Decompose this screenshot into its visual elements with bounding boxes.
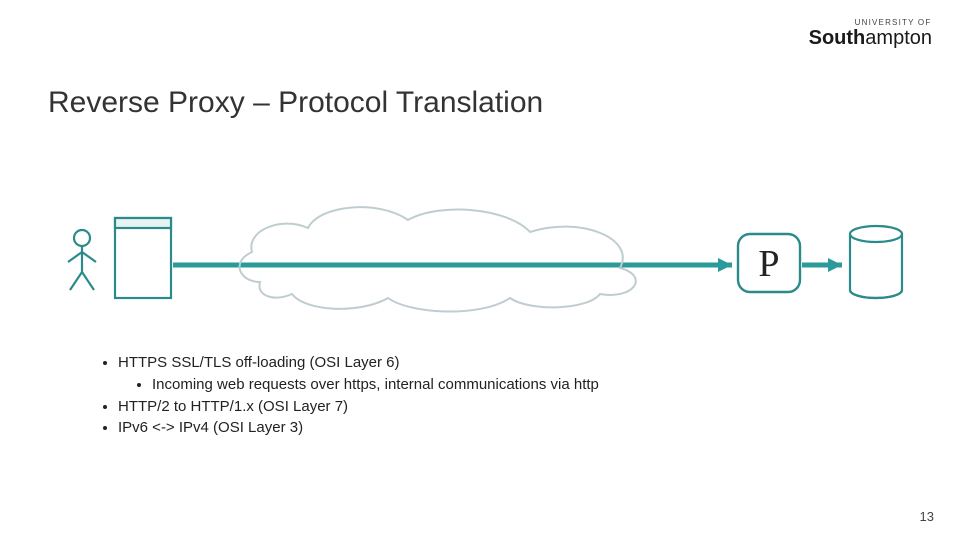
logo-bold: South: [809, 27, 866, 49]
slide-title: Reverse Proxy – Protocol Translation: [48, 86, 543, 120]
logo-small-text: UNIVERSITY OF: [855, 18, 932, 27]
user-icon: [68, 230, 96, 290]
university-logo: UNIVERSITY OF Southampton: [809, 18, 932, 50]
logo-main-text: Southampton: [809, 27, 932, 50]
client-device-icon: [115, 218, 171, 298]
bullet-1-text: HTTPS SSL/TLS off-loading (OSI Layer 6): [118, 354, 400, 371]
bullet-2-text: HTTP/2 to HTTP/1.x (OSI Layer 7): [118, 398, 348, 415]
proxy-label: P: [758, 243, 779, 285]
bullet-2: HTTP/2 to HTTP/1.x (OSI Layer 7): [118, 396, 599, 418]
bullet-list: HTTPS SSL/TLS off-loading (OSI Layer 6) …: [100, 352, 599, 439]
bullet-3-text: IPv6 <-> IPv4 (OSI Layer 3): [118, 419, 303, 436]
arrow-head-1: [718, 258, 732, 272]
server-cylinder-icon: [850, 226, 902, 298]
bullet-1: HTTPS SSL/TLS off-loading (OSI Layer 6) …: [118, 352, 599, 396]
bullet-3: IPv6 <-> IPv4 (OSI Layer 3): [118, 417, 599, 439]
cloud-icon: [240, 207, 636, 311]
bullet-1a: Incoming web requests over https, intern…: [152, 374, 599, 396]
page-number: 13: [920, 509, 934, 524]
arrow-head-2: [828, 258, 842, 272]
bullet-1a-text: Incoming web requests over https, intern…: [152, 376, 599, 393]
proxy-diagram: P: [60, 190, 900, 320]
logo-rest: ampton: [865, 27, 932, 49]
